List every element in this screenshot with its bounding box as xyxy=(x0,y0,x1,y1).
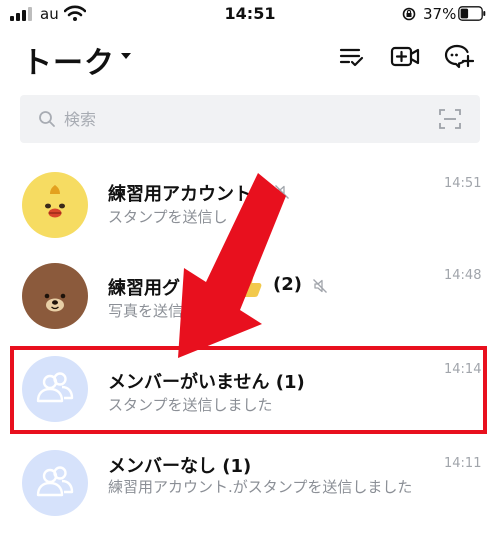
chick-avatar xyxy=(22,172,88,238)
highlight-box xyxy=(10,346,487,434)
battery-icon xyxy=(458,6,486,21)
search-input[interactable] xyxy=(64,105,424,133)
group-placeholder-avatar xyxy=(22,450,88,516)
search-icon xyxy=(39,111,55,127)
chat-name: メンバーなし (1) xyxy=(108,456,252,477)
page-title: トーク xyxy=(22,46,115,81)
mute-icon xyxy=(275,185,289,199)
member-count: (2) xyxy=(273,274,302,295)
battery-percent: 37% xyxy=(423,5,457,23)
chat-time: 14:51 xyxy=(444,176,482,191)
chat-name: 練習用アカウント xyxy=(108,184,252,205)
chat-row[interactable]: 練習用グ (2) 写真を送信 14:48 xyxy=(0,256,500,346)
rotation-lock-icon xyxy=(402,7,416,21)
chat-time: 14:11 xyxy=(444,456,482,471)
chat-row[interactable]: メンバーなし (1) 練習用アカウント.がスタンプを送信しました 14:11 xyxy=(0,440,500,540)
chat-message: スタンプを送信し xyxy=(108,208,228,226)
status-bar: au 14:51 37% xyxy=(0,0,500,30)
chat-message: 写真を送信 xyxy=(108,302,184,320)
chat-name: 練習用グ xyxy=(108,278,180,299)
thumbs-up-icon xyxy=(241,275,262,297)
qr-scan-icon[interactable] xyxy=(439,109,461,129)
mute-icon xyxy=(313,279,327,293)
chat-row[interactable]: 練習用アカウント スタンプを送信し 14:51 xyxy=(0,162,500,252)
chat-time: 14:48 xyxy=(444,268,482,283)
chat-message: 練習用アカウント.がスタンプを送信しました xyxy=(108,478,413,496)
chevron-down-icon[interactable] xyxy=(121,53,131,59)
edit-list-icon[interactable] xyxy=(336,42,366,70)
new-chat-icon[interactable] xyxy=(444,42,474,70)
search-bar xyxy=(20,95,480,143)
bear-avatar xyxy=(22,263,88,329)
video-call-icon[interactable] xyxy=(390,42,420,70)
